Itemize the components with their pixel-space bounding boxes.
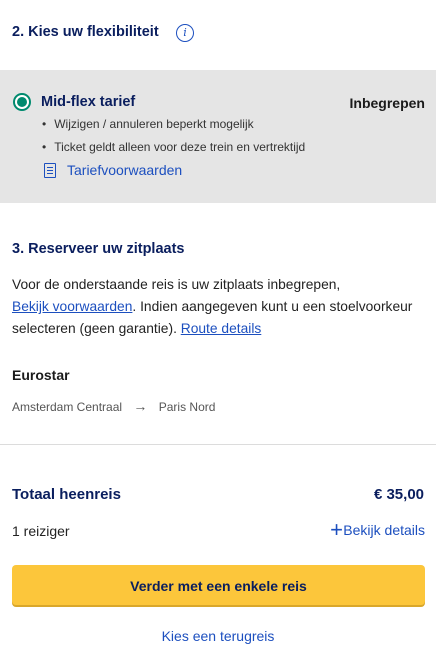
plus-icon: + (330, 517, 343, 542)
journey-route: Amsterdam Centraal → Paris Nord (12, 398, 215, 414)
fare-name: Mid-flex tarief (41, 94, 136, 110)
view-details-link[interactable]: + Bekijk details (330, 519, 425, 541)
fare-option-mid-flex[interactable]: Mid-flex tarief Inbegrepen Wijzigen / an… (0, 70, 436, 203)
choose-return-link[interactable]: Kies een terugreis (0, 628, 436, 644)
flex-section-title: 2. Kies uw flexibiliteit (12, 24, 159, 40)
fare-feature: Ticket geldt alleen voor deze trein en v… (42, 140, 305, 154)
divider (0, 444, 436, 445)
seat-text-part1: Voor de onderstaande reis is uw zitplaat… (12, 277, 341, 292)
conditions-link[interactable]: Bekijk voorwaarden (12, 299, 132, 314)
seat-info-text: Voor de onderstaande reis is uw zitplaat… (12, 274, 428, 340)
fare-conditions-label: Tariefvoorwaarden (67, 162, 183, 178)
document-icon (44, 163, 56, 178)
total-label: Totaal heenreis (12, 486, 121, 503)
total-price: € 35,00 (373, 486, 424, 503)
radio-selected-dot (17, 97, 27, 107)
view-details-label: Bekijk details (343, 522, 425, 538)
fare-status: Inbegrepen (349, 95, 425, 111)
continue-single-trip-button[interactable]: Verder met een enkele reis (12, 565, 425, 605)
traveller-count: 1 reiziger (12, 523, 70, 539)
destination-station: Paris Nord (158, 400, 216, 414)
origin-station: Amsterdam Centraal (12, 400, 123, 414)
arrow-right-icon: → (133, 398, 148, 414)
route-details-link[interactable]: Route details (181, 321, 262, 336)
fare-radio[interactable] (13, 93, 31, 111)
operator-name: Eurostar (12, 367, 70, 383)
seat-section-title: 3. Reserveer uw zitplaats (12, 241, 185, 257)
info-icon[interactable]: i (176, 24, 194, 42)
fare-feature: Wijzigen / annuleren beperkt mogelijk (42, 117, 253, 131)
